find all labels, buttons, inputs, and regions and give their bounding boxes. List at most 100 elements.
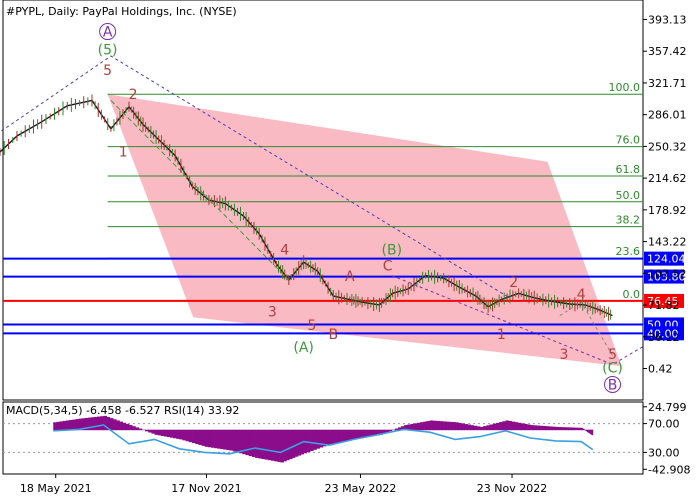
- macd-bar: [514, 422, 519, 431]
- macd-bar: [445, 421, 450, 431]
- macd-bar: [163, 429, 168, 437]
- macd-bar: [251, 429, 256, 457]
- macd-bar: [94, 416, 98, 431]
- macd-bar: [198, 429, 203, 445]
- macd-bar: [558, 427, 563, 431]
- macd-bar: [329, 429, 333, 445]
- macd-bar: [552, 426, 557, 431]
- wave-label: 5: [103, 63, 112, 79]
- macd-bar: [388, 429, 393, 432]
- macd-bar: [239, 429, 243, 454]
- macd-bar: [347, 429, 352, 441]
- wave-label: (B): [382, 242, 403, 258]
- macd-bar: [255, 429, 259, 458]
- macd-bar: [109, 418, 114, 431]
- macd-bar: [154, 429, 159, 435]
- macd-bar: [479, 426, 484, 431]
- macd-bar: [549, 426, 553, 431]
- macd-bar: [467, 424, 472, 431]
- macd-bar: [223, 429, 227, 450]
- macd-bar: [578, 427, 582, 431]
- macd-bar: [245, 429, 250, 456]
- macd-bar: [555, 426, 560, 431]
- macd-bar: [562, 427, 566, 431]
- wave-label: 4: [280, 242, 289, 258]
- macd-bar: [157, 429, 162, 436]
- wave-label: 1: [119, 145, 128, 161]
- y-axis-tick-label: 393.13: [648, 13, 687, 26]
- macd-bar: [56, 421, 61, 431]
- macd-bar: [91, 417, 95, 431]
- macd-bar: [452, 422, 456, 431]
- macd-bar: [53, 422, 57, 431]
- macd-bar: [489, 424, 494, 431]
- wave-label: 3: [559, 347, 568, 363]
- macd-bar: [148, 429, 152, 433]
- macd-bar: [568, 427, 573, 431]
- macd-bar: [132, 426, 136, 431]
- macd-bar: [214, 429, 218, 449]
- indicator-axis-tick-label: -42.908: [648, 463, 690, 476]
- macd-bar: [264, 429, 269, 460]
- price-chart: 100.076.061.850.038.223.60.0124.04103.86…: [0, 0, 690, 495]
- wave-label: 3: [268, 305, 277, 321]
- wave-label: (5): [98, 42, 118, 58]
- fib-level-label: 100.0: [609, 81, 641, 94]
- macd-bar: [571, 427, 576, 431]
- macd-bar: [229, 429, 234, 451]
- y-axis-tick-label: 321.71: [648, 77, 687, 90]
- macd-bar: [574, 427, 579, 431]
- macd-bar: [416, 422, 421, 431]
- macd-bar: [201, 429, 206, 446]
- macd-bar: [62, 420, 67, 431]
- wave-label: A: [103, 25, 113, 41]
- macd-bar: [116, 420, 120, 431]
- macd-bar: [135, 427, 139, 431]
- macd-bar: [173, 429, 177, 439]
- macd-bar: [195, 429, 199, 445]
- macd-bar: [483, 426, 487, 431]
- macd-bar: [179, 429, 183, 440]
- macd-bar: [332, 429, 336, 444]
- macd-bar: [461, 423, 465, 431]
- wave-label: C: [383, 258, 393, 274]
- indicator-axis-tick-label: 70.00: [648, 418, 680, 431]
- chart-title: #PYPL, Daily: PayPal Holdings, Inc. (NYS…: [6, 5, 237, 18]
- macd-bar: [341, 429, 346, 442]
- macd-bar: [436, 420, 440, 431]
- macd-bar: [119, 421, 124, 431]
- macd-bar: [325, 429, 330, 446]
- macd-bar: [439, 421, 443, 431]
- macd-bar: [495, 422, 500, 431]
- macd-bar: [129, 425, 133, 431]
- macd-bar: [429, 420, 434, 431]
- macd-bar: [277, 429, 281, 462]
- macd-bar: [505, 420, 509, 431]
- macd-bar: [248, 429, 253, 457]
- macd-bar: [72, 419, 76, 431]
- macd-bar: [144, 429, 149, 432]
- macd-bar: [476, 426, 481, 431]
- macd-bar: [413, 423, 418, 431]
- macd-bar: [258, 429, 262, 459]
- y-axis-tick-label: 36.12: [648, 331, 680, 344]
- macd-bar: [283, 429, 287, 462]
- macd-bar: [280, 429, 284, 463]
- macd-bar: [274, 429, 278, 462]
- macd-bar: [338, 429, 342, 443]
- macd-bar: [542, 426, 547, 431]
- macd-bar: [353, 429, 358, 440]
- macd-bar: [204, 429, 209, 447]
- macd-bar: [546, 426, 550, 431]
- macd-bar: [426, 421, 431, 431]
- macd-bar: [464, 424, 468, 431]
- y-axis-tick-label: 0.42: [648, 363, 673, 376]
- macd-bar: [226, 429, 230, 451]
- y-axis-tick-label: 143.22: [648, 236, 687, 249]
- macd-bar: [520, 423, 525, 431]
- macd-bar: [344, 429, 349, 442]
- price-tag-label: 124.04: [647, 253, 686, 266]
- macd-bar: [486, 425, 490, 431]
- macd-bar: [294, 429, 299, 457]
- macd-bar: [423, 421, 427, 431]
